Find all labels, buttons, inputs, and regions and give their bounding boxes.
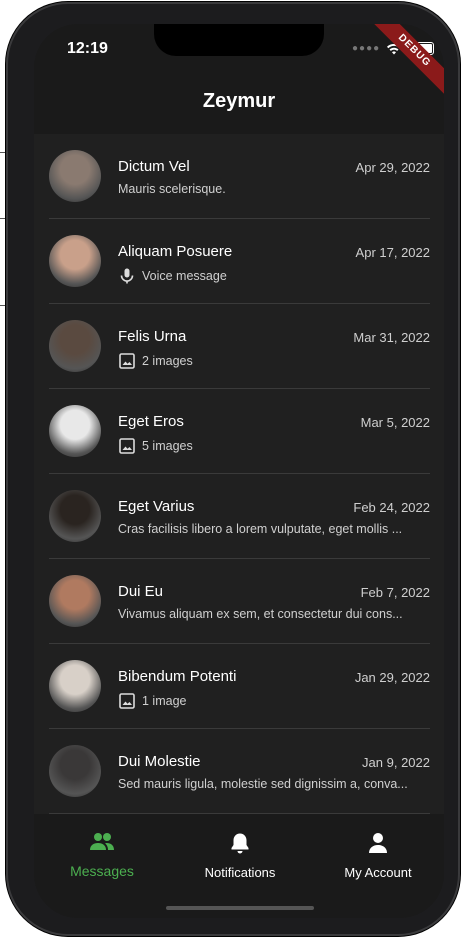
conversation-item[interactable]: Dui Molestie Jan 9, 2022 Sed mauris ligula…	[34, 729, 444, 814]
phone-frame: 12:19 ●●●● DEBUG Zeymur Dictum Vel Apr 29…	[6, 2, 460, 936]
conversation-name: Aliquam Posuere	[118, 243, 233, 260]
conversation-name: Dui Molestie	[118, 753, 201, 770]
conversation-name: Dictum Vel	[118, 158, 190, 175]
conversation-date: Jan 29, 2022	[354, 670, 430, 685]
preview-text: Mauris scelerisque.	[118, 182, 226, 196]
person-icon	[369, 833, 387, 853]
conversation-preview: 5 images	[118, 437, 430, 455]
avatar	[49, 575, 101, 627]
conversation-preview: Sed mauris ligula, molestie sed dignissi…	[118, 777, 430, 791]
notch	[154, 24, 324, 56]
avatar	[49, 320, 101, 372]
conversation-date: Jan 9, 2022	[362, 755, 430, 770]
avatar	[49, 150, 101, 202]
conversation-date: Feb 24, 2022	[353, 500, 430, 515]
preview-text: Vivamus aliquam ex sem, et consectetur d…	[118, 607, 403, 621]
conversation-date: Mar 5, 2022	[360, 415, 430, 430]
page-title: Zeymur	[202, 90, 276, 112]
tab-label: Notifications	[204, 865, 276, 880]
conversation-name: Felis Urna	[118, 328, 187, 345]
signal-icon: ●●●●	[352, 43, 381, 54]
conversation-preview: 2 images	[118, 352, 430, 370]
home-indicator[interactable]	[166, 906, 314, 910]
tab-messages[interactable]: Messages	[34, 832, 170, 879]
preview-text: Voice message	[142, 269, 227, 283]
preview-text: 1 image	[142, 694, 187, 708]
app-bar: 12:19 ●●●● DEBUG Zeymur	[34, 24, 444, 134]
tab-label: Messages	[70, 863, 134, 879]
conversation-date: Mar 31, 2022	[353, 330, 430, 345]
tab-my-account[interactable]: My Account	[310, 832, 444, 880]
preview-text: 5 images	[142, 439, 193, 453]
conversation-preview: Mauris scelerisque.	[118, 182, 430, 196]
debug-banner: DEBUG	[365, 24, 444, 100]
preview-text: Cras facilisis libero a lorem vulputate,…	[118, 522, 403, 536]
microphone-icon	[120, 268, 134, 284]
preview-text: 2 images	[142, 354, 193, 368]
conversation-item[interactable]: Dictum Vel Apr 29, 2022 Mauris scelerisque…	[34, 134, 444, 219]
conversation-name: Bibendum Potenti	[118, 668, 237, 685]
avatar	[49, 490, 101, 542]
conversation-date: Apr 29, 2022	[355, 160, 430, 175]
conversation-date: Feb 7, 2022	[360, 585, 430, 600]
conversation-preview: Vivamus aliquam ex sem, et consectetur d…	[118, 607, 430, 621]
conversation-item[interactable]: Dui Eu Feb 7, 2022 Vivamus aliquam ex sem,…	[34, 559, 444, 644]
tab-notifications[interactable]: Notifications	[172, 832, 308, 880]
conversation-name: Eget Eros	[118, 413, 184, 430]
conversation-name: Eget Varius	[118, 498, 195, 515]
avatar	[49, 745, 101, 797]
conversation-name: Dui Eu	[118, 583, 164, 600]
conversation-preview: Cras facilisis libero a lorem vulputate,…	[118, 522, 430, 536]
conversation-list: Dictum Vel Apr 29, 2022 Mauris scelerisque…	[34, 134, 444, 814]
avatar	[49, 660, 101, 712]
preview-text: Sed mauris ligula, molestie sed dignissi…	[118, 777, 408, 791]
bottom-navigation: Messages Notifications My Account	[34, 814, 444, 918]
phone-screen: 12:19 ●●●● DEBUG Zeymur Dictum Vel Apr 29…	[34, 24, 444, 918]
conversation-item[interactable]: Bibendum Potenti Jan 29, 2022 1 image	[34, 644, 444, 729]
conversation-item[interactable]: Eget Eros Mar 5, 2022 5 images	[34, 389, 444, 474]
conversation-item[interactable]: Eget Varius Feb 24, 2022 Cras facilisis li…	[34, 474, 444, 559]
conversation-item[interactable]: Felis Urna Mar 31, 2022 2 images	[34, 304, 444, 389]
image-icon	[119, 438, 135, 454]
status-time: 12:19	[67, 40, 108, 57]
conversation-item[interactable]: Aliquam Posuere Apr 17, 2022 Voice message	[34, 219, 444, 304]
avatar	[49, 405, 101, 457]
people-icon	[90, 833, 114, 850]
image-icon	[119, 353, 135, 369]
conversation-preview: Voice message	[118, 267, 430, 285]
conversation-preview: 1 image	[118, 692, 430, 710]
tab-label: My Account	[344, 865, 412, 880]
conversation-date: Apr 17, 2022	[355, 245, 430, 260]
avatar	[49, 235, 101, 287]
bell-icon	[231, 833, 249, 854]
image-icon	[119, 693, 135, 709]
